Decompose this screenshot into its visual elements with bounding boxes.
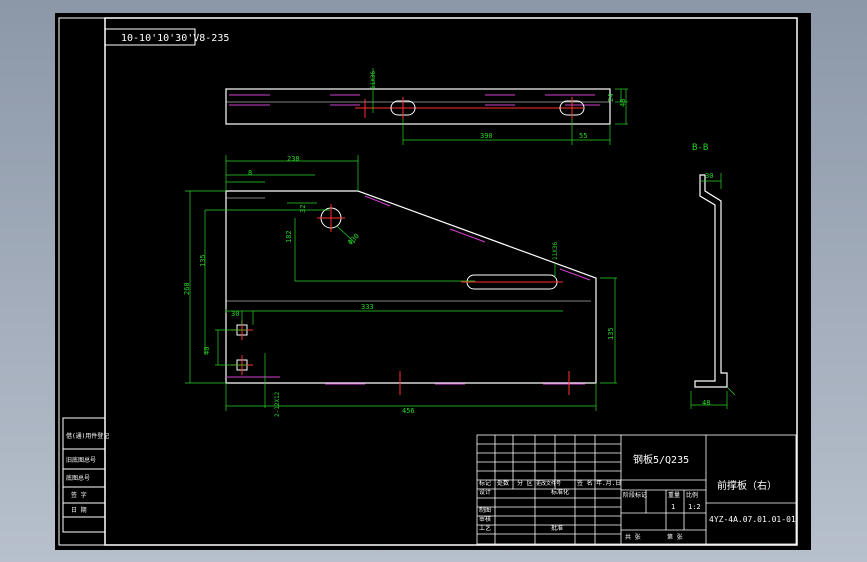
tb-date: 年.月.日 bbox=[596, 479, 621, 487]
tb-drawn: 制图 bbox=[479, 506, 491, 514]
drawing-sheet: 10-10'10'30'V8-235 借(通)用件登记 旧底图总号 底图总号 签… bbox=[58, 17, 798, 546]
section-view bbox=[694, 174, 728, 388]
tb-doc: 更改文件号 bbox=[536, 480, 561, 487]
tb-approve: 批准 bbox=[551, 524, 563, 532]
top-left-code: 10-10'10'30'V8-235 bbox=[121, 33, 229, 44]
dim-slot-label: 11X36 bbox=[552, 242, 559, 260]
section-label: B-B bbox=[692, 143, 708, 153]
tb-sheet-no: 第 张 bbox=[667, 533, 683, 541]
dim-top-slot: 11X36 bbox=[370, 71, 377, 89]
dim-top-span: 390 bbox=[480, 132, 493, 140]
dim-section-bottom: 48 bbox=[702, 399, 710, 407]
dim-height-182: 182 bbox=[285, 230, 293, 243]
side-table: 借(通)用件登记 旧底图总号 底图总号 签 字 日 期 bbox=[62, 417, 109, 533]
tb-process: 工艺 bbox=[479, 524, 491, 532]
dim-top-width: 24 bbox=[607, 94, 615, 102]
cad-viewport[interactable]: 10-10'10'30'V8-235 借(通)用件登记 旧底图总号 底图总号 签… bbox=[55, 13, 811, 550]
tb-ratio: 比例 bbox=[686, 491, 698, 499]
top-view-dims bbox=[372, 68, 628, 145]
side-row-sign: 签 字 bbox=[71, 491, 87, 499]
tb-design: 设计 bbox=[479, 488, 491, 496]
dim-right-height: 135 bbox=[607, 327, 615, 340]
tb-zone: 分 区 bbox=[517, 479, 533, 487]
dim-hole-dia: Φ30 bbox=[346, 232, 361, 247]
part-name: 前撑板（右） bbox=[717, 479, 777, 492]
tb-sheets-total: 共 张 bbox=[625, 533, 641, 541]
side-row-date: 日 期 bbox=[71, 506, 87, 514]
dim-length-333: 333 bbox=[361, 303, 374, 311]
dim-bottom-length: 456 bbox=[402, 407, 415, 415]
dim-bottom-left: 2-12X12 bbox=[274, 391, 281, 417]
dim-overall-height: 260 bbox=[183, 282, 191, 295]
tb-unit-count: 1 bbox=[671, 503, 675, 511]
dim-top-length: 238 bbox=[287, 155, 300, 163]
dim-section-top: 30 bbox=[705, 172, 713, 180]
material: 钢板5/Q235 bbox=[633, 453, 689, 466]
dim-height-135: 135 bbox=[199, 254, 207, 267]
tb-scale: 1:2 bbox=[688, 503, 701, 511]
side-row-reuse: 借(通)用件登记 bbox=[66, 432, 109, 440]
tb-check: 审核 bbox=[479, 515, 491, 523]
dim-width-30: 30 bbox=[231, 310, 239, 318]
dim-top-edge: 55 bbox=[579, 132, 587, 140]
side-row-old-no: 旧底图总号 bbox=[66, 456, 96, 464]
dim-offset-8: 8 bbox=[248, 169, 252, 177]
tb-sign: 签 名 bbox=[577, 479, 593, 487]
tb-mark: 标记 bbox=[479, 479, 491, 487]
tb-weight: 重量 bbox=[668, 491, 680, 499]
dim-top-total: 48 bbox=[619, 99, 627, 107]
dim-height-32: 32 bbox=[299, 205, 307, 213]
side-row-base-no: 底图总号 bbox=[66, 474, 90, 482]
front-view-dims bbox=[185, 155, 617, 411]
tb-stage-mark: 阶段标记 bbox=[623, 491, 647, 499]
front-view bbox=[225, 190, 597, 395]
top-view bbox=[225, 88, 611, 125]
section-dims bbox=[690, 173, 736, 409]
tb-count: 处数 bbox=[497, 479, 509, 487]
tb-standard: 标准化 bbox=[551, 488, 569, 496]
drawing-number: 4YZ-4A.07.01.01-01 bbox=[709, 515, 796, 524]
inner-border bbox=[104, 17, 798, 546]
dim-hole-spacing: 40 bbox=[203, 347, 211, 355]
